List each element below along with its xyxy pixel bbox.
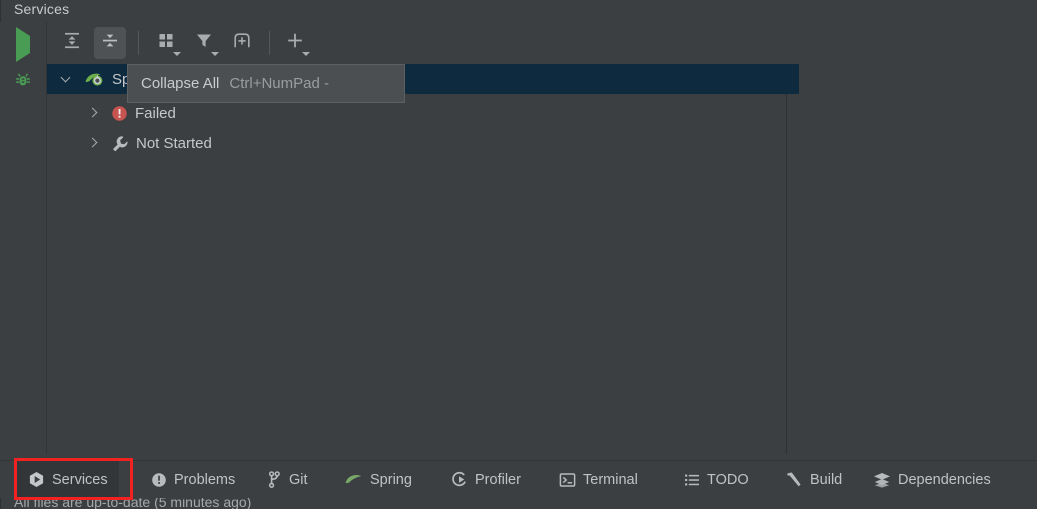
group-by-button[interactable] — [150, 27, 182, 59]
collapse-all-button[interactable] — [94, 27, 126, 59]
tab-label: Dependencies — [898, 471, 991, 488]
terminal-prompt-icon — [559, 472, 576, 488]
expand-all-icon — [62, 31, 82, 56]
tab-problems[interactable]: Problems — [140, 461, 246, 498]
bottom-tool-window-bar: Services Problems Git Spring Profiler Te… — [0, 460, 1037, 498]
status-bar: All files are up-to-date (5 minutes ago) — [0, 498, 1037, 509]
build-hammer-icon — [786, 471, 803, 488]
tab-label: Services — [52, 471, 108, 488]
profiler-gauge-icon — [451, 471, 468, 488]
tooltip-label: Collapse All — [141, 75, 220, 92]
tab-label: Profiler — [475, 471, 521, 488]
collapse-all-tooltip: Collapse All Ctrl+NumPad - — [127, 64, 405, 103]
header-left-edge — [0, 0, 1, 22]
debug-button[interactable] — [0, 66, 46, 100]
chevron-right-icon[interactable] — [86, 106, 100, 120]
tab-label: Git — [289, 471, 308, 488]
stop-button[interactable] — [0, 105, 46, 139]
run-button[interactable] — [0, 27, 46, 62]
chevron-right-icon[interactable] — [86, 136, 100, 150]
tab-plus-icon — [232, 31, 252, 55]
git-branch-icon — [267, 471, 282, 488]
tab-terminal[interactable]: Terminal — [548, 461, 649, 498]
services-hexagon-play-icon — [28, 471, 45, 488]
tab-services[interactable]: Services — [17, 461, 119, 498]
expand-all-button[interactable] — [56, 27, 88, 59]
tree-node-not-started[interactable]: Not Started — [47, 128, 825, 158]
chevron-down-icon — [302, 52, 310, 56]
service-detail-panel — [788, 64, 1037, 454]
status-bar-message: All files are up-to-date (5 minutes ago) — [14, 498, 252, 509]
tree-node-label: Not Started — [136, 134, 212, 152]
toolbar-separator-2 — [269, 31, 270, 55]
tab-spring[interactable]: Spring — [333, 461, 423, 498]
tab-label: Build — [810, 471, 843, 488]
error-circle-icon — [111, 105, 128, 122]
todo-list-icon — [684, 473, 700, 487]
tree-node-label: Failed — [135, 104, 176, 122]
add-tab-button[interactable] — [226, 27, 258, 59]
toolbar-separator-1 — [138, 31, 139, 55]
services-tree: Spring Boot Failed Not Started — [47, 64, 799, 454]
add-service-button[interactable] — [279, 27, 311, 59]
tab-label: TODO — [707, 471, 749, 488]
spring-boot-leaf-icon — [84, 70, 106, 88]
debug-bug-icon — [14, 71, 33, 95]
tab-todo[interactable]: TODO — [673, 461, 760, 498]
tooltip-shortcut: Ctrl+NumPad - — [229, 75, 329, 92]
chevron-down-icon[interactable] — [60, 72, 74, 86]
run-triangle-icon — [16, 27, 30, 62]
tab-label: Problems — [174, 471, 236, 488]
services-toolbar — [47, 22, 787, 64]
problems-exclamation-icon — [151, 472, 167, 488]
tab-build[interactable]: Build — [775, 461, 853, 498]
wrench-icon — [111, 135, 129, 152]
tab-profiler[interactable]: Profiler — [440, 461, 532, 498]
filter-button[interactable] — [188, 27, 220, 59]
status-bar-left-edge — [0, 498, 1, 509]
page-title: Services — [14, 1, 70, 17]
tab-label: Spring — [370, 471, 412, 488]
chevron-down-icon — [211, 52, 219, 56]
chevron-down-icon — [173, 52, 181, 56]
tab-dependencies[interactable]: Dependencies — [862, 461, 1002, 498]
tab-label: Terminal — [583, 471, 638, 488]
left-action-strip — [0, 22, 47, 454]
tab-git[interactable]: Git — [256, 461, 319, 498]
spring-leaf-icon — [344, 472, 363, 487]
services-header: Services — [0, 0, 1037, 22]
dependencies-stack-icon — [873, 472, 891, 488]
collapse-all-icon — [100, 31, 120, 56]
